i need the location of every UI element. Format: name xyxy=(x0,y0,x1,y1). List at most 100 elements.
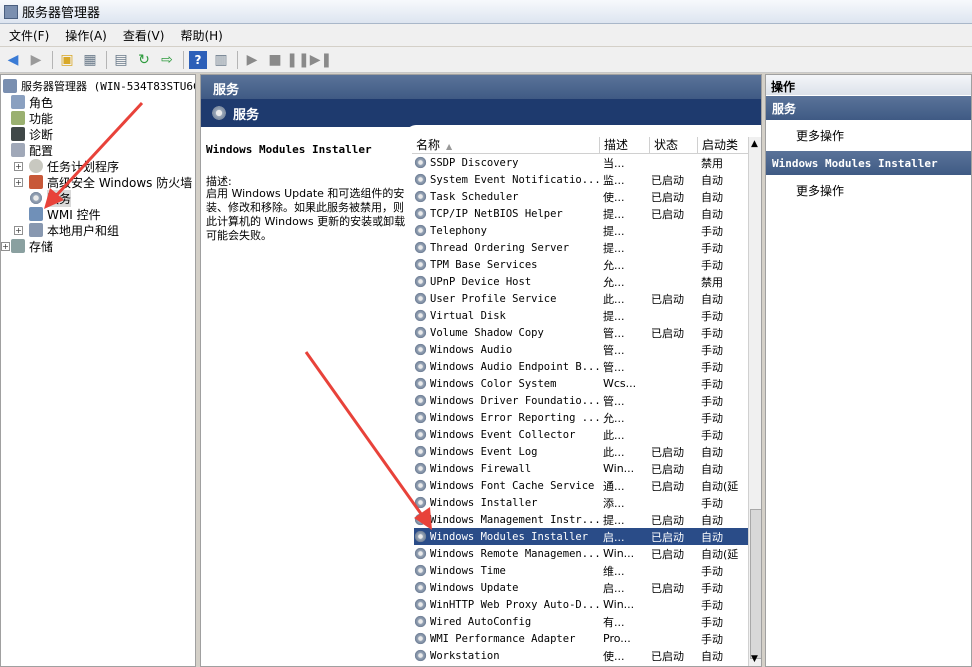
tree-item-firewall[interactable]: 高级安全 Windows 防火墙 xyxy=(29,174,192,190)
service-name-text: Windows Update xyxy=(430,581,519,594)
service-startup-type: 禁用 xyxy=(701,275,723,289)
actions-section-selected-service[interactable]: Windows Modules Installer xyxy=(766,151,971,175)
table-row[interactable]: Virtual Disk 提... 手动 xyxy=(414,307,748,324)
tree-item-features[interactable]: 功能 xyxy=(11,110,53,126)
menu-help[interactable]: 帮助(H) xyxy=(171,27,229,44)
table-row[interactable]: WMI Performance Adapter Pro... 手动 xyxy=(414,630,748,647)
gear-icon xyxy=(29,191,43,205)
show-hide-tree-icon[interactable]: ▦ xyxy=(81,51,99,69)
more-actions-selected-service[interactable]: 更多操作 xyxy=(766,175,971,205)
tree-item-storage[interactable]: 存储 xyxy=(11,238,53,254)
service-startup-type: 自动 xyxy=(701,530,723,544)
table-row[interactable]: Windows Error Reporting ... 允... 手动 xyxy=(414,409,748,426)
table-row[interactable]: Wired AutoConfig 有... 手动 xyxy=(414,613,748,630)
gear-icon xyxy=(414,156,427,169)
table-row[interactable]: Windows Management Instr... 提... 已启动 自动 xyxy=(414,511,748,528)
table-row[interactable]: Windows Driver Foundatio... 管... 手动 xyxy=(414,392,748,409)
expand-icon[interactable]: + xyxy=(14,226,23,235)
configuration-icon xyxy=(11,143,25,157)
gear-icon xyxy=(414,496,427,509)
table-row[interactable]: Windows Time 维... 手动 xyxy=(414,562,748,579)
sort-ascending-icon: ▲ xyxy=(446,142,453,151)
tree-item-diagnostics[interactable]: 诊断 xyxy=(11,126,53,142)
stop-service-icon[interactable]: ■ xyxy=(266,51,284,69)
table-row[interactable]: Windows Event Collector 此... 手动 xyxy=(414,426,748,443)
help-icon[interactable]: ? xyxy=(189,50,207,69)
up-folder-icon[interactable]: ▣ xyxy=(58,51,76,69)
table-row[interactable]: Windows Installer 添... 手动 xyxy=(414,494,748,511)
service-name: WMI Performance Adapter xyxy=(414,632,600,645)
wmi-icon xyxy=(29,207,43,221)
gear-icon xyxy=(414,411,427,424)
table-row[interactable]: User Profile Service 此... 已启动 自动 xyxy=(414,290,748,307)
tree-item-wmi[interactable]: WMI 控件 xyxy=(29,206,101,222)
tree-item-local-users[interactable]: 本地用户和组 xyxy=(29,222,119,238)
tree-item-configuration[interactable]: 配置 xyxy=(11,142,53,158)
table-row[interactable]: Windows Event Log 此... 已启动 自动 xyxy=(414,443,748,460)
gear-icon xyxy=(211,105,227,121)
table-row[interactable]: Windows Firewall Win... 已启动 自动 xyxy=(414,460,748,477)
service-startup-type: 手动 xyxy=(701,241,723,255)
column-header-description[interactable]: 描述 xyxy=(600,137,650,154)
diagnostics-icon xyxy=(11,127,25,141)
menu-action[interactable]: 操作(A) xyxy=(56,27,114,44)
column-header-label: 名称 xyxy=(416,138,441,152)
table-row[interactable]: Windows Font Cache Service 通... 已启动 自动(延 xyxy=(414,477,748,494)
scroll-thumb[interactable] xyxy=(750,509,761,659)
start-service-icon[interactable]: ▶ xyxy=(243,51,261,69)
table-row[interactable]: Workstation 使... 已启动 自动 xyxy=(414,647,748,664)
export-list-icon[interactable]: ⇨ xyxy=(158,51,176,69)
scroll-down-icon[interactable]: ▼ xyxy=(751,654,758,664)
tree-item-services[interactable]: 服务 xyxy=(29,189,72,207)
table-row[interactable]: Task Scheduler 使... 已启动 自动 xyxy=(414,188,748,205)
service-name: Workstation xyxy=(414,649,600,662)
tree-item-roles[interactable]: 角色 xyxy=(11,94,53,110)
pause-service-icon[interactable]: ❚❚ xyxy=(286,51,309,69)
menu-view[interactable]: 查看(V) xyxy=(114,27,172,44)
service-description: Pro... xyxy=(603,632,631,645)
service-name-text: TCP/IP NetBIOS Helper xyxy=(430,207,563,220)
table-row[interactable]: WinHTTP Web Proxy Auto-D... Win... 手动 xyxy=(414,596,748,613)
table-row[interactable]: TCP/IP NetBIOS Helper 提... 已启动 自动 xyxy=(414,205,748,222)
table-row[interactable]: Telephony 提... 手动 xyxy=(414,222,748,239)
table-row[interactable]: System Event Notificatio... 监... 已启动 自动 xyxy=(414,171,748,188)
column-header-name[interactable]: 名称 ▲ xyxy=(412,137,600,154)
table-row[interactable]: Thread Ordering Server 提... 手动 xyxy=(414,239,748,256)
table-row[interactable]: Windows Modules Installer 启... 已启动 自动 xyxy=(414,528,748,545)
service-name: Windows Color System xyxy=(414,377,600,390)
actions-section-services[interactable]: 服务 xyxy=(766,96,971,120)
refresh-icon[interactable]: ↻ xyxy=(135,51,153,69)
expand-icon[interactable]: + xyxy=(14,162,23,171)
table-row[interactable]: Windows Audio Endpoint B... 管... 手动 xyxy=(414,358,748,375)
pane-header: 服务 xyxy=(201,75,761,99)
expand-icon[interactable]: + xyxy=(14,178,23,187)
table-row[interactable]: Windows Remote Managemen... Win... 已启动 自动(延 xyxy=(414,545,748,562)
scroll-up-icon[interactable]: ▲ xyxy=(751,139,758,149)
vertical-scrollbar[interactable]: ▲ ▼ xyxy=(748,137,761,666)
tree-item-task-scheduler[interactable]: 任务计划程序 xyxy=(29,158,119,174)
table-row[interactable]: Windows Update 启... 已启动 手动 xyxy=(414,579,748,596)
more-actions-services[interactable]: 更多操作 xyxy=(766,120,971,150)
table-row[interactable]: SSDP Discovery 当... 禁用 xyxy=(414,154,748,171)
table-row[interactable]: Volume Shadow Copy 管... 已启动 手动 xyxy=(414,324,748,341)
menu-file[interactable]: 文件(F) xyxy=(0,27,56,44)
tree-root[interactable]: 服务器管理器 (WIN-534T83STU6C) xyxy=(3,78,195,94)
column-header-startup-type[interactable]: 启动类 xyxy=(698,137,748,154)
view-icon[interactable]: ▥ xyxy=(212,51,230,69)
column-header-status[interactable]: 状态 xyxy=(650,137,698,154)
expand-icon[interactable]: + xyxy=(1,242,10,251)
back-icon[interactable]: ◀ xyxy=(4,51,22,69)
properties-icon[interactable]: ▤ xyxy=(112,51,130,69)
table-row[interactable]: UPnP Device Host 允... 禁用 xyxy=(414,273,748,290)
gear-icon xyxy=(414,615,427,628)
service-startup-type: 手动 xyxy=(701,377,723,391)
service-name: Windows Installer xyxy=(414,496,600,509)
service-name-text: Windows Audio xyxy=(430,343,513,356)
table-row[interactable]: TPM Base Services 允... 手动 xyxy=(414,256,748,273)
service-name-text: Windows Audio Endpoint B... xyxy=(430,360,600,373)
restart-service-icon[interactable]: ▶❚ xyxy=(310,51,333,69)
menu-bar: 文件(F) 操作(A) 查看(V) 帮助(H) xyxy=(0,24,972,46)
table-row[interactable]: Windows Audio 管... 手动 xyxy=(414,341,748,358)
forward-icon[interactable]: ▶ xyxy=(27,51,45,69)
table-row[interactable]: Windows Color System Wcs... 手动 xyxy=(414,375,748,392)
